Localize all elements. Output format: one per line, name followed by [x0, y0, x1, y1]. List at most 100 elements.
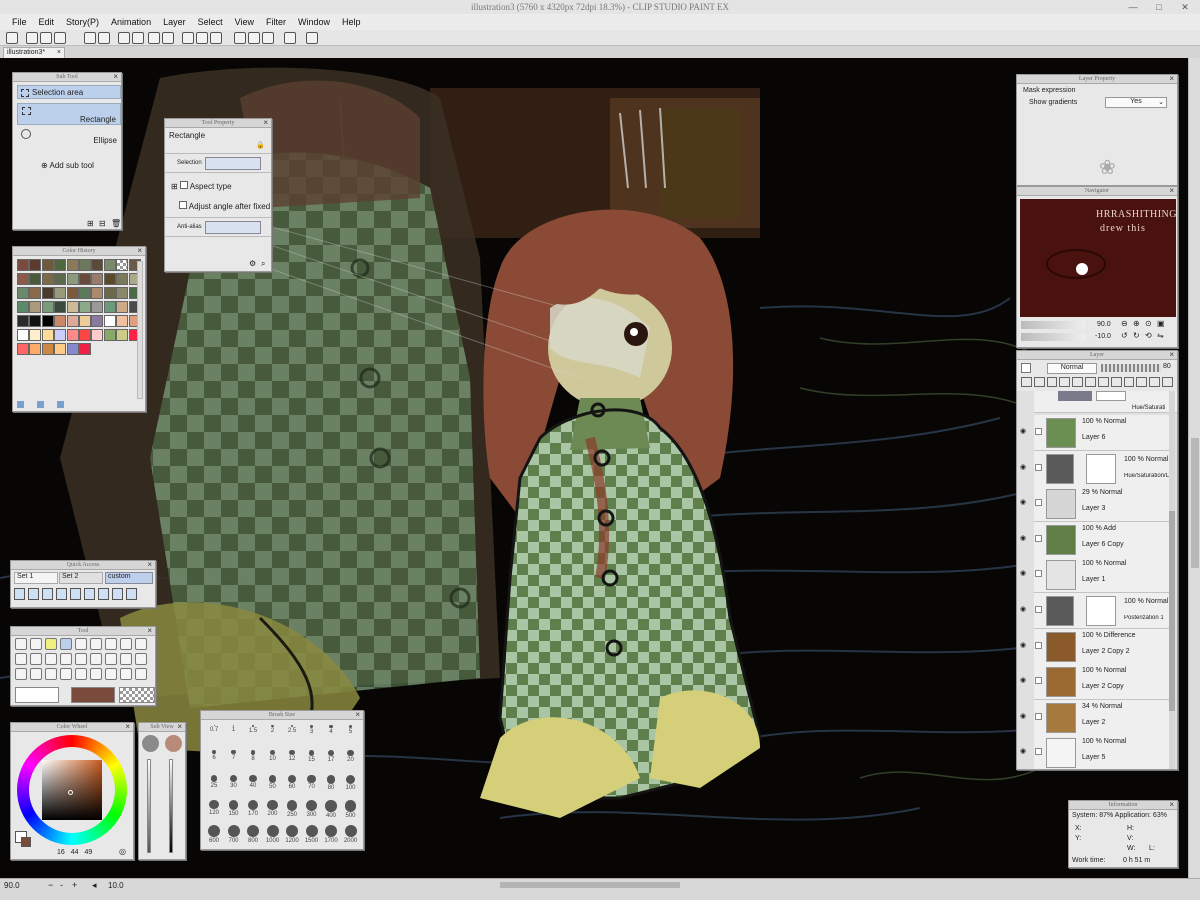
- extra-b-tool-icon[interactable]: [90, 668, 102, 680]
- reference-icon[interactable]: [1033, 377, 1045, 387]
- layer-checkbox[interactable]: [1035, 748, 1042, 756]
- extra-c-tool-icon[interactable]: [105, 668, 117, 680]
- color-history-swatch[interactable]: [66, 301, 79, 313]
- save-icon[interactable]: [54, 32, 66, 44]
- hue-ring[interactable]: [17, 735, 127, 845]
- brush-size-option[interactable]: 600: [205, 823, 223, 847]
- brush-size-option[interactable]: 80: [322, 773, 340, 797]
- color-history-swatch[interactable]: [54, 287, 67, 299]
- pen-icon[interactable]: [112, 588, 123, 600]
- blend-mode-select[interactable]: Normal: [1047, 363, 1097, 374]
- brush-size-option[interactable]: 250: [283, 798, 301, 822]
- layer-row-partial[interactable]: Hue/Saturati: [1034, 391, 1177, 413]
- mask-icon[interactable]: [1085, 377, 1096, 387]
- color-history-swatch[interactable]: [29, 301, 42, 313]
- history-mode-icon[interactable]: [37, 401, 44, 408]
- new-layer-icon[interactable]: [1110, 377, 1122, 387]
- brightness-slider[interactable]: [169, 759, 173, 853]
- color-history-swatch[interactable]: [79, 259, 91, 271]
- expand-icon[interactable]: ⊞: [171, 182, 180, 191]
- device-settings-icon[interactable]: [284, 32, 296, 44]
- color-history-swatch[interactable]: [66, 329, 79, 341]
- color-history-swatch[interactable]: [116, 287, 129, 299]
- ruler-icon[interactable]: [1097, 377, 1109, 387]
- zoom-out-icon[interactable]: −: [48, 880, 53, 890]
- menu-edit[interactable]: Edit: [33, 17, 61, 27]
- brush-size-option[interactable]: 1200: [283, 823, 301, 847]
- quick-access-set-tab[interactable]: Set 1: [14, 572, 58, 584]
- layer-checkbox[interactable]: [1035, 641, 1042, 649]
- brush-size-option[interactable]: 170: [244, 798, 262, 822]
- panel-close-icon[interactable]: ×: [1169, 351, 1174, 359]
- color-history-swatch[interactable]: [29, 259, 42, 271]
- brush-size-option[interactable]: 5: [342, 723, 360, 747]
- draft-icon[interactable]: [1046, 377, 1058, 387]
- blur-icon[interactable]: [56, 588, 67, 600]
- layer-row[interactable]: ◉ 100 % Difference Layer 2 Copy 2: [1020, 628, 1175, 665]
- show-gradients-select[interactable]: Yes ⌄: [1105, 97, 1167, 108]
- panel-close-icon[interactable]: ×: [147, 627, 152, 635]
- move-tool-icon[interactable]: [30, 638, 42, 650]
- maximize-button[interactable]: □: [1148, 0, 1170, 14]
- panel-close-icon[interactable]: ×: [177, 723, 182, 731]
- layer-row[interactable]: ◉ 100 % Add Layer 6 Copy: [1020, 521, 1175, 558]
- color-history-swatch[interactable]: [79, 315, 91, 327]
- brush-size-option[interactable]: 300: [303, 798, 321, 822]
- eye-icon[interactable]: ◉: [1020, 534, 1026, 542]
- history-mode-icon[interactable]: [17, 401, 24, 408]
- color-history-swatch[interactable]: [103, 259, 116, 271]
- menu-select[interactable]: Select: [192, 17, 229, 27]
- selection-launcher-icon[interactable]: [210, 32, 222, 44]
- trash-icon[interactable]: 🗑: [111, 219, 121, 228]
- layer-row[interactable]: ◉ 100 % Normal Hue/Saturation/Lu: [1020, 450, 1175, 487]
- color-history-swatch[interactable]: [29, 343, 42, 355]
- eye-icon[interactable]: ◉: [1020, 641, 1026, 649]
- color-history-swatch[interactable]: [79, 287, 91, 299]
- color-history-swatch[interactable]: [41, 273, 54, 285]
- quick-access-set-tab[interactable]: Set 2: [59, 572, 103, 584]
- balloon-tool-icon[interactable]: [30, 668, 42, 680]
- panel-close-icon[interactable]: ×: [147, 561, 152, 569]
- zoom-in-icon[interactable]: +: [72, 880, 77, 890]
- adjust-angle-checkbox[interactable]: [179, 201, 187, 209]
- angle-readout[interactable]: 10.0: [108, 881, 124, 890]
- brush-size-option[interactable]: 6: [205, 748, 223, 772]
- layer-row[interactable]: ◉ 100 % Normal Posterization 1: [1020, 593, 1175, 629]
- color-history-swatch[interactable]: [41, 287, 54, 299]
- rotate-right-icon[interactable]: ↻: [1133, 331, 1140, 340]
- reset-rotation-icon[interactable]: ⟲: [1145, 331, 1152, 340]
- aspect-checkbox[interactable]: [179, 181, 188, 189]
- selection-mode-buttons[interactable]: [205, 157, 261, 170]
- layer-checkbox[interactable]: [1035, 606, 1042, 613]
- correction-icon[interactable]: [126, 588, 137, 600]
- brush-size-option[interactable]: 1500: [303, 823, 321, 847]
- brush-size-option[interactable]: 1.5: [244, 723, 262, 747]
- layer-row[interactable]: ◉ 100 % Normal Layer 6: [1020, 415, 1175, 451]
- text-tool-icon[interactable]: [15, 668, 27, 680]
- new-folder-icon[interactable]: [1136, 377, 1148, 387]
- color-history-swatch[interactable]: [91, 301, 104, 313]
- color-history-swatch[interactable]: [41, 301, 54, 313]
- brush-size-option[interactable]: 30: [225, 773, 243, 797]
- panel-close-icon[interactable]: ×: [1169, 801, 1174, 809]
- brush-size-option[interactable]: 60: [283, 773, 301, 797]
- zoom-in-icon[interactable]: ⊕: [1133, 319, 1140, 328]
- navigator-preview[interactable]: HRRASHITHING drew this: [1020, 199, 1176, 317]
- pen-tool-icon[interactable]: [105, 638, 117, 650]
- invert-selection-icon[interactable]: [196, 32, 208, 44]
- add-sub-tool-button[interactable]: ⊕ Add sub tool: [41, 161, 94, 170]
- menu-help[interactable]: Help: [336, 17, 367, 27]
- layer-checkbox[interactable]: [1035, 428, 1042, 435]
- color-history-swatch[interactable]: [41, 259, 54, 271]
- eye-icon[interactable]: ◉: [1020, 712, 1026, 720]
- zoom-tool-icon[interactable]: [15, 638, 27, 650]
- new-vector-icon[interactable]: [1123, 377, 1135, 387]
- layer-color-toggle[interactable]: [1021, 363, 1031, 373]
- brush-size-option[interactable]: 500: [342, 798, 360, 822]
- layer-checkbox[interactable]: [1035, 463, 1042, 471]
- eye-icon[interactable]: ◉: [1020, 569, 1026, 577]
- history-mode-icon[interactable]: [57, 401, 64, 408]
- brush-size-option[interactable]: 2000: [342, 823, 360, 847]
- fill-icon[interactable]: [148, 32, 160, 44]
- brush-size-option[interactable]: 2: [264, 723, 282, 747]
